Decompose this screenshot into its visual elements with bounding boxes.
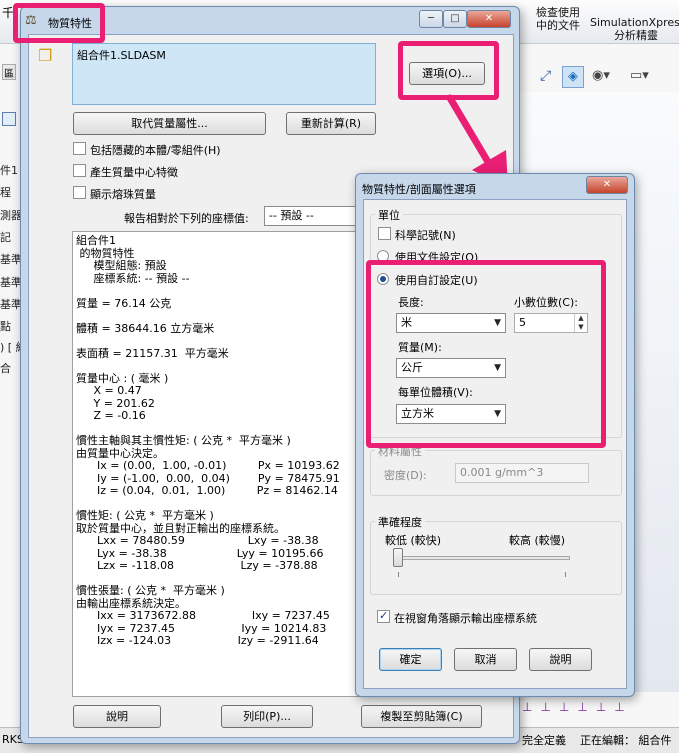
units-group-title: 單位 (375, 207, 403, 223)
minimize-button[interactable]: ─ (419, 10, 443, 28)
check-usage-line2: 中的文件 (536, 19, 580, 32)
results-text: 組合件1 的物質特性 模型組態: 預設 座標系統: -- 預設 -- 質量 = … (76, 234, 340, 648)
result-line: 慣性矩: ( 公克 * 平方毫米 ) (76, 509, 214, 522)
simulationxpress-button[interactable]: SimulationXpress 分析精靈 (590, 16, 679, 42)
coordinate-system-select[interactable]: -- 預設 -- (264, 206, 356, 226)
accuracy-lower-label: 較低 (較快) (385, 534, 442, 547)
mass-help-button[interactable]: 說明 (73, 705, 161, 728)
status-fully-defined: 完全定義 (522, 734, 566, 747)
accuracy-slider-thumb[interactable] (393, 548, 403, 567)
check-usage-line1: 檢查使用 (536, 6, 580, 19)
options-close-button[interactable]: ✕ (586, 176, 628, 194)
result-line: 體積 = 38644.16 立方毫米 (76, 321, 215, 335)
weld-bead-label: 顯示熔珠質量 (90, 188, 156, 201)
slider-ticks (398, 572, 566, 577)
tree-item[interactable]: 基準 (0, 274, 22, 290)
result-line: 座標系統: -- 預設 -- (76, 271, 190, 285)
status-editing: 正在編輯： 組合件 (580, 734, 672, 747)
document-name: 組合件1.SLDASM (77, 49, 166, 62)
show-coordinate-label: 在視窗角落顯示輸出座標系統 (394, 612, 537, 625)
bottom-toolbar-icons[interactable]: ⊥⊥⊥⊥⊥⊥ (522, 700, 633, 714)
coordinate-system-value: -- 預設 -- (269, 209, 314, 222)
options-dialog-title: 物質特性/剖面屬性選項 (362, 183, 476, 196)
hide-show-icon[interactable]: ◉▾ (592, 68, 610, 83)
assembly-icon: ❐ (38, 46, 53, 65)
tree-item[interactable]: 記 (0, 229, 11, 245)
weld-bead-checkbox[interactable] (73, 186, 86, 199)
maximize-button[interactable]: □ (443, 10, 467, 28)
display-style-icon[interactable]: ◈ (562, 66, 584, 88)
result-line: 組合件1 (76, 234, 116, 247)
recalculate-button[interactable]: 重新計算(R) (286, 112, 376, 135)
include-hidden-checkbox[interactable] (73, 142, 86, 155)
tree-item[interactable]: 基準 (0, 296, 22, 312)
result-line: Iz = (0.04, 0.01, 1.00) Pz = 81462.14 (76, 484, 338, 497)
result-line (76, 285, 340, 298)
create-com-label: 產生質量中心特徵 (90, 166, 178, 179)
result-line: 慣性主軸與其主慣性矩: ( 公克 * 平方毫米 ) (76, 434, 291, 447)
result-line: 慣性張量: ( 公克 * 平方毫米 ) (76, 584, 225, 597)
result-line: 表面積 = 21157.31 平方毫米 (76, 346, 229, 360)
density-input[interactable]: 0.001 g/mm^3 (455, 463, 589, 483)
include-hidden-label: 包括隱藏的本體/零組件(H) (90, 144, 221, 157)
density-value: 0.001 g/mm^3 (460, 466, 544, 479)
result-line (76, 360, 340, 373)
tree-item[interactable]: 測器 (0, 207, 22, 223)
result-line (76, 335, 340, 348)
simulation-line1: SimulationXpress (590, 16, 679, 29)
density-label: 密度(D): (384, 469, 427, 482)
print-button[interactable]: 列印(P)... (221, 705, 313, 728)
monitor-icon[interactable]: ▭▾ (630, 68, 649, 83)
cancel-button[interactable]: 取消 (454, 648, 517, 671)
view-orientation-icon[interactable]: ⤢ (540, 68, 551, 84)
window-title: 物質特性 (48, 17, 92, 30)
override-mass-button[interactable]: 取代質量屬性... (73, 112, 266, 135)
result-line: 質量 = 76.14 公克 (76, 296, 172, 310)
result-line: Ixx = 3173672.88 Ixy = 7237.45 (76, 609, 330, 622)
tree-item[interactable]: 基準 (0, 251, 22, 267)
options-button[interactable]: 選項(O)... (409, 62, 485, 85)
result-line: Z = -0.16 (76, 409, 146, 422)
simulation-line2: 分析精靈 (614, 29, 658, 42)
check-usage-button[interactable]: 檢查使用 中的文件 (523, 6, 593, 32)
result-line: Izx = -124.03 Izy = -2911.64 (76, 634, 319, 647)
report-coord-label: 報告相對於下列的座標值: (124, 212, 249, 225)
result-line: Lxx = 78480.59 Lxy = -38.38 (76, 534, 319, 547)
accuracy-slider-track[interactable] (393, 556, 570, 560)
result-line: Ix = (0.00, 1.00, -0.01) Px = 10193.62 (76, 459, 340, 472)
custom-settings-highlight (366, 260, 606, 448)
create-com-checkbox[interactable] (73, 164, 86, 177)
tree-item[interactable]: 點 (0, 318, 11, 334)
result-line: 模型組態: 預設 (76, 259, 167, 272)
accuracy-group-title: 準確程度 (375, 514, 425, 530)
scientific-notation-label: 科學記號(N) (395, 229, 456, 242)
result-line: Lzx = -118.08 Lzy = -378.88 (76, 559, 318, 572)
ok-button[interactable]: 確定 (379, 648, 442, 671)
selected-items-list[interactable]: 組合件1.SLDASM (72, 43, 376, 105)
scale-icon: ⚖ (25, 13, 37, 28)
feature-tree (0, 44, 22, 753)
options-help-button[interactable]: 說明 (529, 648, 592, 671)
accuracy-higher-label: 較高 (較慢) (509, 534, 566, 547)
show-coordinate-checkbox[interactable] (377, 609, 390, 623)
tab-area[interactable]: 區 (2, 64, 16, 80)
tree-item[interactable]: 合 (0, 360, 11, 376)
tree-item[interactable]: 程 (0, 184, 11, 200)
result-line: X = 0.47 (76, 384, 142, 397)
result-line (76, 310, 340, 323)
scientific-notation-checkbox[interactable] (378, 227, 391, 240)
copy-clipboard-button[interactable]: 複製至剪貼簿(C) (361, 705, 482, 728)
list-view-icon[interactable] (2, 112, 16, 126)
close-button[interactable]: ✕ (467, 10, 511, 28)
